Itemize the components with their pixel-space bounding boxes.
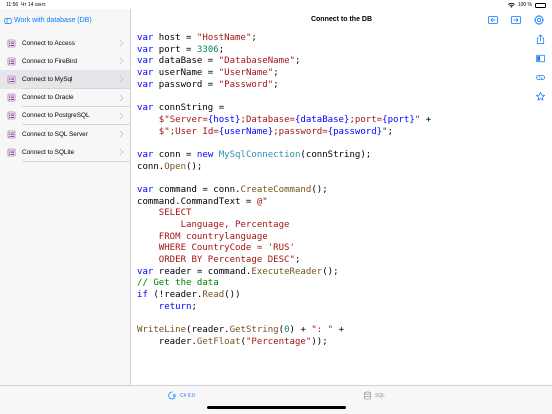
code-line: ORDER BY Percentage DESC";	[137, 255, 301, 266]
code-line: var userName = "UserName";	[137, 68, 279, 79]
document-icon	[7, 93, 16, 102]
back-label: Work with database (DB)	[14, 17, 92, 24]
document-icon	[7, 130, 16, 138]
code-line: $";User Id={userName};password={password…	[158, 126, 394, 137]
chevron-right-icon	[119, 57, 124, 65]
sidebar-icon	[4, 17, 12, 24]
code-line: $"Server={host};Database={dataBase};port…	[158, 114, 432, 125]
code-line: SELECT	[137, 208, 192, 219]
chevron-right-icon	[119, 39, 124, 47]
code-line: var host = "HostName";	[137, 33, 257, 43]
code-line: if (!reader.Read())	[137, 290, 241, 301]
forward-arrow-icon[interactable]	[510, 14, 522, 26]
sidebar-item[interactable]: Connect to Oracle	[0, 88, 130, 107]
sidebar-item-label: Connect to FireBird	[22, 57, 78, 65]
code-line: // Get the data	[137, 278, 219, 289]
code-line: var command = conn.CreateCommand();	[137, 184, 328, 195]
chevron-right-icon	[119, 148, 124, 156]
document-icon	[7, 57, 16, 66]
code-line: WriteLine(reader.GetString(0) + ": " +	[137, 325, 345, 336]
sidebar-item[interactable]: Connect to Access	[0, 34, 130, 53]
code-line: FROM countrylanguage	[137, 231, 268, 242]
code-line: return;	[158, 301, 197, 312]
sidebar-item[interactable]: Connect to SQLite	[0, 143, 130, 162]
code-line: var conn = new MySqlConnection(connStrin…	[137, 149, 372, 160]
sidebar-item-label: Connect to SQL Server	[22, 130, 88, 138]
chevron-right-icon	[119, 94, 124, 101]
battery-icon	[535, 2, 546, 8]
sidebar-item-label: Connect to Access	[22, 39, 75, 47]
code-line: WHERE CountryCode = 'RUS'	[137, 243, 295, 254]
sidebar-item-label: Connect to Oracle	[22, 94, 74, 102]
back-arrow-icon[interactable]	[487, 14, 499, 26]
tab-sql[interactable]: SQL	[363, 391, 385, 400]
link-icon[interactable]	[535, 72, 546, 83]
sidebar-item-label: Connect to PostgreSQL	[22, 112, 90, 120]
sidebar-item[interactable]: Connect to FireBird	[0, 52, 130, 71]
document-icon	[7, 75, 16, 84]
code-line: reader.GetFloat("Percentage"));	[137, 336, 328, 347]
chevron-right-icon	[119, 75, 124, 83]
code-viewer[interactable]: var host = "HostName"; var port = 3306; va…	[137, 33, 431, 349]
csharp-icon	[168, 391, 176, 400]
battery-percent: 100 %	[517, 2, 532, 8]
code-line: Language, Percentage	[137, 220, 290, 230]
sidebar-item[interactable]: Connect to PostgreSQL	[0, 106, 130, 126]
home-indicator[interactable]	[207, 406, 346, 409]
code-line: var connString =	[137, 103, 225, 114]
sidebar-list: Connect to Access Connect to FireBird Conn…	[0, 34, 130, 162]
database-icon	[364, 391, 371, 400]
tab-csharp-label: C# 9.0	[180, 392, 195, 399]
status-time: 11:56 Чт 14 сент.	[6, 2, 47, 8]
chevron-right-icon	[119, 130, 124, 138]
tab-csharp[interactable]: C# 9.0	[168, 391, 195, 400]
status-right: 100 %	[507, 2, 546, 8]
code-line: var password = "Password";	[137, 79, 279, 90]
gear-icon[interactable]	[533, 14, 545, 26]
nav-bar: Connect to the DB	[131, 9, 552, 32]
code-line: var dataBase = "DatabaseName";	[137, 56, 301, 67]
code-line: var port = 3306;	[137, 44, 225, 55]
split-view-icon[interactable]	[535, 53, 546, 64]
document-icon	[7, 148, 16, 157]
document-icon	[7, 39, 16, 47]
wifi-icon	[507, 2, 515, 8]
code-line: command.CommandText = @"	[137, 196, 268, 207]
sidebar-item-label: Connect to SQLite	[22, 148, 75, 156]
right-toolbar	[533, 32, 549, 112]
star-icon[interactable]	[535, 91, 546, 102]
chevron-right-icon	[119, 112, 124, 120]
share-icon[interactable]	[535, 34, 546, 45]
status-bar: 11:56 Чт 14 сент. 100 %	[0, 0, 552, 9]
sidebar-item-label: Connect to MySql	[22, 75, 73, 83]
tab-sql-label: SQL	[375, 392, 386, 399]
code-line: var reader = command.ExecuteReader();	[137, 266, 339, 277]
code-line: conn.Open();	[137, 161, 203, 172]
sidebar-item[interactable]: Connect to SQL Server	[0, 124, 130, 144]
sidebar-item[interactable]: Connect to MySql	[0, 70, 130, 89]
sidebar: Work with database (DB) Connect to Acces…	[0, 9, 131, 385]
back-button[interactable]: Work with database (DB)	[0, 9, 130, 32]
tab-bar: C# 9.0 SQL	[0, 385, 552, 414]
document-icon	[7, 112, 16, 120]
